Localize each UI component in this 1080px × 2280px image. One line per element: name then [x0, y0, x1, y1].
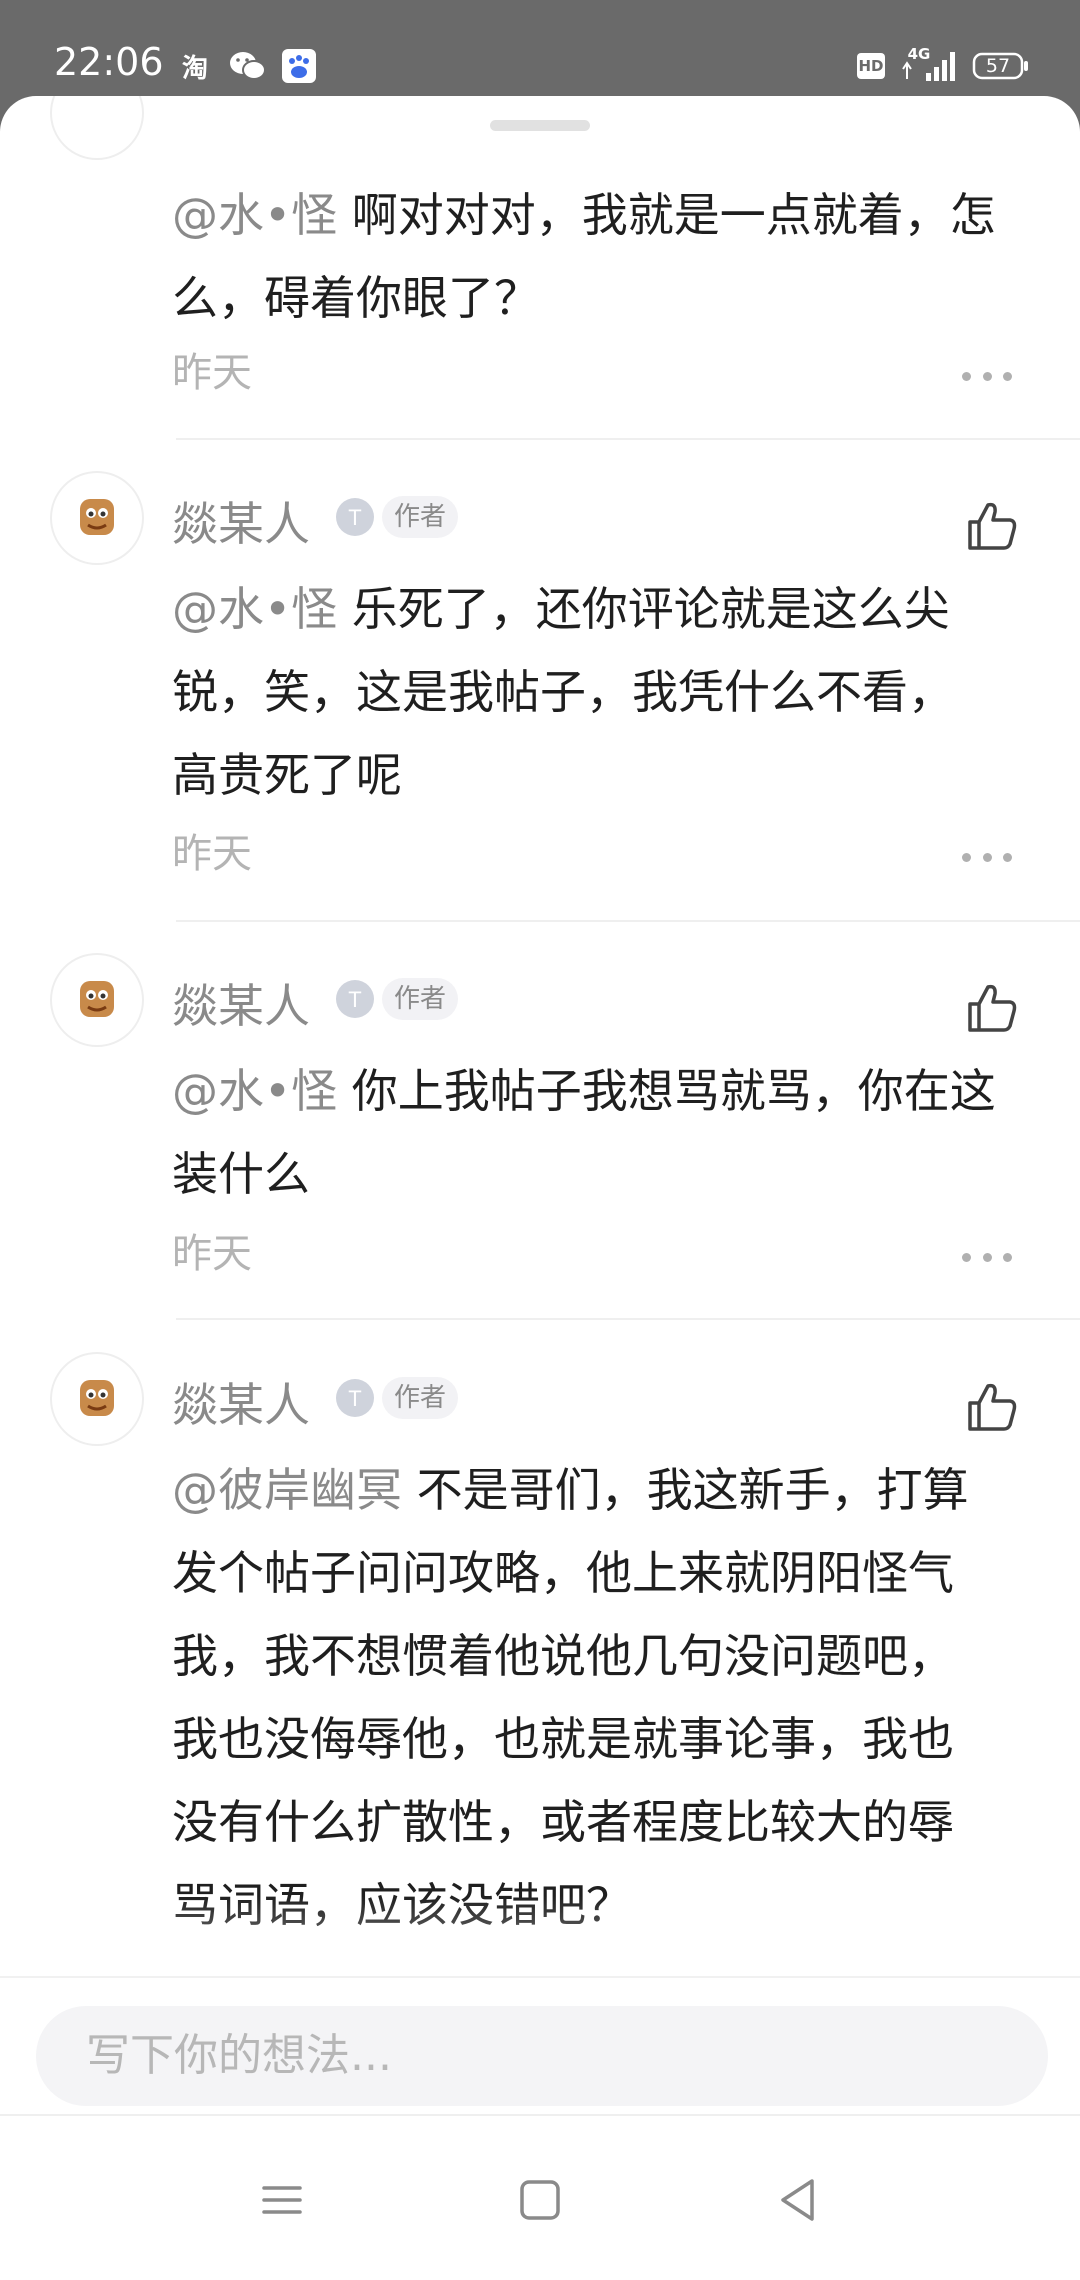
avatar[interactable]: [50, 96, 144, 160]
status-time: 22:06: [54, 40, 164, 84]
mention-link[interactable]: @水•怪: [172, 188, 337, 242]
mention-link[interactable]: @彼岸幽冥: [172, 1463, 402, 1517]
comment-input[interactable]: 写下你的想法...: [36, 2006, 1048, 2106]
avatar[interactable]: [50, 471, 144, 565]
level-badge-icon: T: [334, 1377, 376, 1419]
svg-text:T: T: [348, 987, 361, 1012]
comment-text: @水•怪 你上我帖子我想骂就骂，你在这 装什么: [172, 1064, 996, 1201]
comment-date: 昨天: [172, 1231, 252, 1277]
status-bar: 22:06 淘 HD 4G 57: [0, 0, 1080, 96]
divider: [176, 920, 1080, 922]
author-badge: 作者: [382, 1377, 459, 1419]
more-icon[interactable]: [962, 1247, 1012, 1267]
comment-input-bar: 写下你的想法...: [0, 1976, 1080, 2114]
comment-sheet: @水•怪 啊对对对，我就是一点就着，怎 么，碍着你眼了？ 昨天 燚某人 T 作者…: [0, 96, 1080, 2280]
network-label: 4G: [907, 45, 931, 63]
comment-text: @彼岸幽冥 不是哥们，我这新手，打算 发个帖子问问攻略，他上来就阴阳怪气 我，我…: [172, 1463, 969, 1932]
more-icon[interactable]: [962, 366, 1012, 386]
baidu-icon: [280, 48, 318, 84]
mention-link[interactable]: @水•怪: [172, 1064, 337, 1118]
more-icon[interactable]: [962, 847, 1012, 867]
divider: [176, 1318, 1080, 1320]
thumbs-up-icon[interactable]: [964, 498, 1020, 554]
menu-icon[interactable]: [254, 2172, 310, 2228]
avatar[interactable]: [50, 953, 144, 1047]
home-square-icon[interactable]: [512, 2172, 568, 2228]
level-badge-icon: T: [334, 978, 376, 1020]
svg-text:T: T: [348, 1386, 361, 1411]
author-name[interactable]: 燚某人: [172, 970, 310, 1036]
comment-text: @水•怪 乐死了，还你评论就是这么尖 锐，笑，这是我帖子，我凭什么不看， 高贵死…: [172, 582, 954, 802]
author-badge: 作者: [382, 978, 459, 1020]
author-name[interactable]: 燚某人: [172, 488, 310, 554]
system-nav-bar: [0, 2114, 1080, 2280]
comment-date: 昨天: [172, 350, 252, 396]
hd-label: HD: [858, 57, 884, 75]
wechat-icon: [228, 48, 268, 84]
comment-date: 昨天: [172, 831, 252, 877]
level-badge-icon: T: [334, 496, 376, 538]
thumbs-up-icon[interactable]: [964, 980, 1020, 1036]
back-triangle-icon[interactable]: [770, 2172, 826, 2228]
svg-text:T: T: [348, 505, 361, 530]
mention-link[interactable]: @水•怪: [172, 582, 337, 636]
taobao-icon: 淘: [181, 53, 208, 84]
thumbs-up-icon[interactable]: [964, 1379, 1020, 1435]
author-name[interactable]: 燚某人: [172, 1369, 310, 1435]
divider: [176, 438, 1080, 440]
author-badge: 作者: [382, 496, 459, 538]
avatar[interactable]: [50, 1352, 144, 1446]
drag-handle[interactable]: [490, 120, 590, 131]
comment-text: @水•怪 啊对对对，我就是一点就着，怎 么，碍着你眼了？: [172, 188, 996, 325]
battery-level: 57: [985, 55, 1011, 77]
